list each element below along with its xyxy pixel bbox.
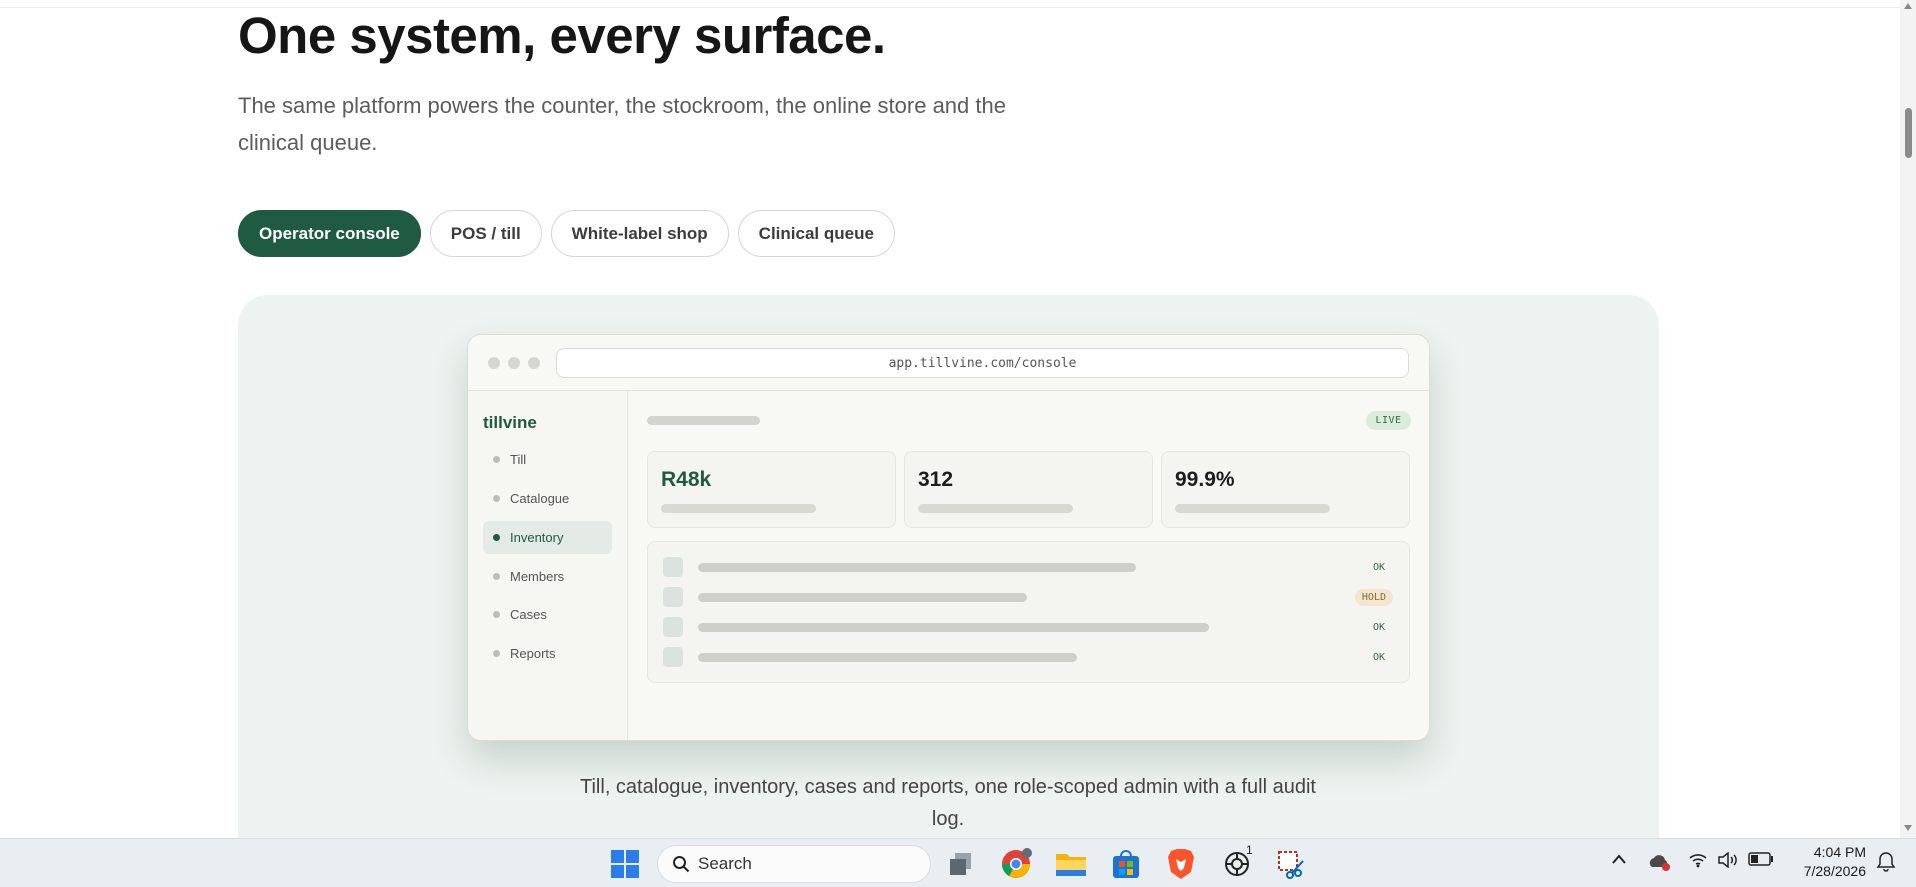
- scroll-down-arrow-icon[interactable]: [1904, 825, 1912, 831]
- brave-browser-icon[interactable]: [1164, 847, 1198, 881]
- address-bar: app.tillvine.com/console: [556, 348, 1409, 378]
- list-item: OK: [648, 615, 1409, 639]
- skeleton-heading: [647, 416, 760, 425]
- sidebar-item-label: Catalogue: [510, 491, 570, 506]
- snipping-tool-icon[interactable]: [1274, 847, 1308, 881]
- surface-tabs: Operator console POS / till White-label …: [238, 210, 895, 257]
- microsoft-store-icon[interactable]: [1109, 847, 1143, 881]
- checkbox-icon: [663, 587, 683, 607]
- sidebar-item-label: Cases: [510, 607, 547, 622]
- windows-taskbar: Search 1 4:04 PM 7/28/2026: [0, 838, 1916, 887]
- checkbox-icon: [663, 557, 683, 577]
- stat-card: 312: [904, 451, 1153, 528]
- scroll-thumb[interactable]: [1905, 108, 1912, 158]
- skeleton-bar: [661, 504, 816, 513]
- sidebar-item-inventory: Inventory: [483, 521, 612, 554]
- skeleton-bar: [698, 593, 1027, 602]
- window-dot-icon: [488, 357, 500, 369]
- brand-logo: tillvine: [483, 413, 537, 432]
- window-dot-icon: [528, 357, 540, 369]
- stat-value: R48k: [661, 468, 712, 491]
- list-item: OK: [648, 645, 1409, 669]
- onedrive-error-icon[interactable]: [1647, 852, 1671, 876]
- bullet-icon: [493, 456, 500, 463]
- sidebar-item-label: Members: [510, 569, 565, 584]
- tab-pos-till[interactable]: POS / till: [429, 210, 542, 257]
- window-titlebar: app.tillvine.com/console: [468, 335, 1429, 391]
- volume-icon[interactable]: [1717, 851, 1739, 872]
- tab-white-label-shop[interactable]: White-label shop: [550, 210, 729, 257]
- windows-start-icon[interactable]: [608, 847, 642, 881]
- tab-operator-console[interactable]: Operator console: [238, 210, 421, 257]
- console-main: LIVE R48k 312 99.9% OK HOLD OK OK: [629, 391, 1429, 740]
- checkbox-icon: [663, 617, 683, 637]
- tab-clinical-queue[interactable]: Clinical queue: [737, 210, 895, 257]
- task-view-icon[interactable]: [944, 847, 978, 881]
- inventory-list: OK HOLD OK OK: [647, 541, 1410, 683]
- skeleton-bar: [918, 504, 1073, 513]
- list-item: HOLD: [648, 585, 1409, 609]
- sidebar-item-label: Inventory: [510, 530, 564, 545]
- console-preview-window: app.tillvine.com/console tillvine Till C…: [467, 334, 1430, 741]
- page-scrollbar[interactable]: [1900, 0, 1916, 838]
- search-label: Search: [698, 854, 752, 873]
- status-badge: OK: [1372, 562, 1385, 573]
- bullet-icon: [493, 573, 500, 580]
- window-dot-icon: [508, 357, 520, 369]
- live-badge: LIVE: [1366, 411, 1411, 430]
- status-badge: OK: [1372, 652, 1385, 663]
- bullet-icon: [493, 534, 500, 541]
- sidebar-item-reports: Reports: [483, 637, 612, 670]
- status-badge: OK: [1372, 622, 1385, 633]
- clock-date: 7/28/2026: [1803, 863, 1866, 879]
- checkbox-icon: [663, 647, 683, 667]
- skeleton-bar: [698, 653, 1077, 662]
- page-subtitle: The same platform powers the counter, th…: [238, 93, 1006, 155]
- notification-center-icon[interactable]: [1875, 850, 1897, 876]
- bullet-icon: [493, 495, 500, 502]
- stat-card: 99.9%: [1161, 451, 1410, 528]
- chatgpt-icon[interactable]: 1: [1220, 843, 1254, 881]
- skeleton-bar: [698, 563, 1136, 572]
- page: One system, every surface. The same plat…: [0, 0, 1900, 838]
- search-icon: [673, 856, 690, 873]
- sidebar-item-label: Reports: [510, 646, 556, 661]
- status-badge: HOLD: [1354, 589, 1393, 606]
- taskbar-clock[interactable]: 4:04 PM 7/28/2026: [1790, 843, 1866, 881]
- console-sidebar: tillvine Till Catalogue Inventory Member…: [468, 391, 628, 740]
- battery-icon[interactable]: [1748, 852, 1774, 870]
- stat-card: R48k: [647, 451, 896, 528]
- sidebar-item-label: Till: [510, 452, 527, 467]
- notification-count: 1: [1246, 843, 1253, 857]
- stat-value: 312: [918, 468, 954, 491]
- clock-time: 4:04 PM: [1813, 844, 1866, 860]
- sidebar-item-members: Members: [483, 560, 612, 593]
- taskbar-search[interactable]: Search: [657, 845, 931, 883]
- page-title: One system, every surface.: [238, 7, 886, 64]
- sidebar-item-catalogue: Catalogue: [483, 482, 612, 515]
- skeleton-bar: [1175, 504, 1330, 513]
- scroll-up-arrow-icon[interactable]: [1904, 3, 1912, 9]
- sidebar-item-cases: Cases: [483, 598, 612, 631]
- bullet-icon: [493, 611, 500, 618]
- file-explorer-icon[interactable]: [1054, 847, 1088, 881]
- skeleton-bar: [698, 623, 1209, 632]
- sidebar-item-till: Till: [483, 443, 612, 476]
- chevron-up-icon[interactable]: [1611, 852, 1627, 869]
- chrome-icon[interactable]: [999, 847, 1033, 881]
- bullet-icon: [493, 650, 500, 657]
- list-item: OK: [648, 555, 1409, 579]
- wifi-icon[interactable]: [1688, 852, 1708, 872]
- preview-caption: Till, catalogue, inventory, cases and re…: [580, 776, 1316, 830]
- stat-value: 99.9%: [1175, 468, 1235, 491]
